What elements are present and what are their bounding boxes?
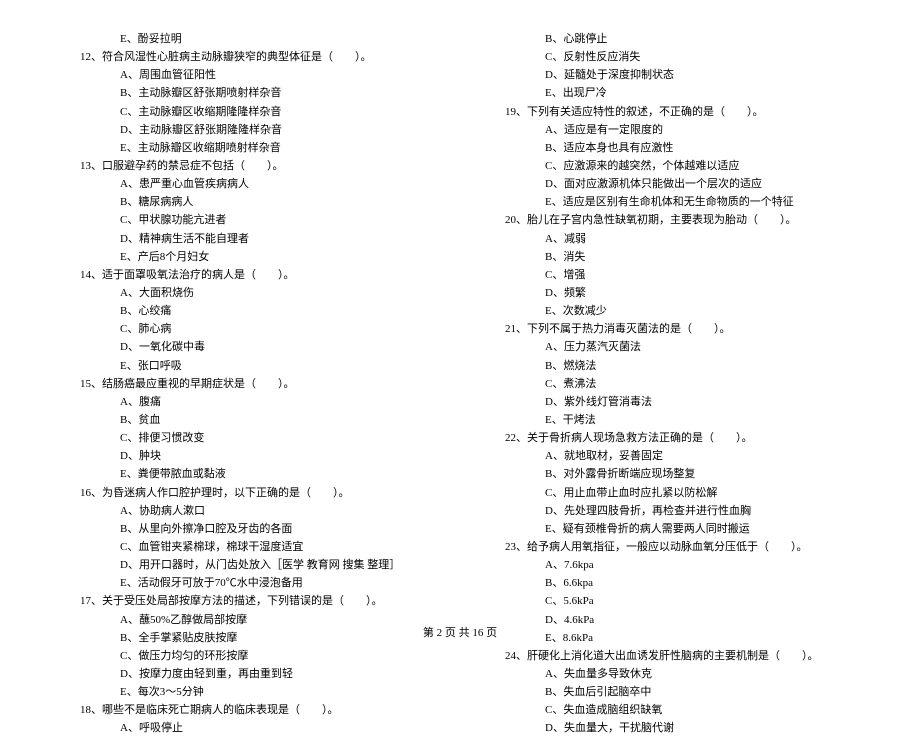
left-column: E、酚妥拉明 12、符合风湿性心脏病主动脉瓣狭窄的典型体征是（ ）。 A、周围血… (80, 30, 445, 610)
option-text: E、出现尸冷 (505, 84, 870, 102)
option-text: A、压力蒸汽灭菌法 (505, 338, 870, 356)
option-text: C、主动脉瓣区收缩期隆隆样杂音 (80, 103, 445, 121)
option-text: D、一氧化碳中毒 (80, 338, 445, 356)
option-text: C、增强 (505, 266, 870, 284)
option-text: C、排便习惯改变 (80, 429, 445, 447)
option-text: D、频繁 (505, 284, 870, 302)
option-text: D、失血量大，干扰脑代谢 (505, 719, 870, 737)
option-text: E、主动脉瓣区收缩期喷射样杂音 (80, 139, 445, 157)
option-text: C、失血造成脑组织缺氧 (505, 701, 870, 719)
option-text: E、每次3～5分钟 (80, 683, 445, 701)
option-text: D、紫外线灯管消毒法 (505, 393, 870, 411)
option-text: C、5.6kPa (505, 592, 870, 610)
option-text: E、疑有颈椎骨折的病人需要两人同时搬运 (505, 520, 870, 538)
option-text: B、6.6kpa (505, 574, 870, 592)
option-text: A、适应是有一定限度的 (505, 121, 870, 139)
question-text: 15、结肠癌最应重视的早期症状是（ ）。 (80, 375, 445, 393)
option-text: A、减弱 (505, 230, 870, 248)
option-text: B、适应本身也具有应激性 (505, 139, 870, 157)
option-text: B、失血后引起脑卒中 (505, 683, 870, 701)
option-text: E、产后8个月妇女 (80, 248, 445, 266)
option-text: C、甲状腺功能亢进者 (80, 211, 445, 229)
option-text: E、粪便带脓血或黏液 (80, 465, 445, 483)
question-text: 23、给予病人用氧指征，一般应以动脉血氧分压低于（ ）。 (505, 538, 870, 556)
option-text: D、肿块 (80, 447, 445, 465)
option-text: A、7.6kpa (505, 556, 870, 574)
option-text: C、血管钳夹紧棉球，棉球干湿度适宜 (80, 538, 445, 556)
option-text: C、用止血带止血时应扎紧以防松解 (505, 484, 870, 502)
option-text: D、主动脉瓣区舒张期隆隆样杂音 (80, 121, 445, 139)
question-text: 19、下列有关适应特性的叙述，不正确的是（ ）。 (505, 103, 870, 121)
option-text: D、先处理四肢骨折，再检查并进行性血胸 (505, 502, 870, 520)
question-text: 21、下列不属于热力消毒灭菌法的是（ ）。 (505, 320, 870, 338)
option-text: E、次数减少 (505, 302, 870, 320)
right-column: B、心跳停止 C、反射性反应消失 D、延髓处于深度抑制状态 E、出现尸冷 19、… (505, 30, 870, 610)
question-text: 17、关于受压处局部按摩方法的描述，下列错误的是（ ）。 (80, 592, 445, 610)
option-text: E、活动假牙可放于70℃水中浸泡备用 (80, 574, 445, 592)
option-text: B、对外露骨折断端应现场整复 (505, 465, 870, 483)
option-text: D、精神病生活不能自理者 (80, 230, 445, 248)
option-text: E、干烤法 (505, 411, 870, 429)
option-text: A、失血量多导致休克 (505, 665, 870, 683)
question-text: 22、关于骨折病人现场急救方法正确的是（ ）。 (505, 429, 870, 447)
option-text: D、按摩力度由轻到重，再由重到轻 (80, 665, 445, 683)
option-text: A、大面积烧伤 (80, 284, 445, 302)
option-text: B、从里向外擦净口腔及牙齿的各面 (80, 520, 445, 538)
option-text: A、就地取材，妥善固定 (505, 447, 870, 465)
option-text: D、面对应激源机体只能做出一个层次的适应 (505, 175, 870, 193)
option-text: D、延髓处于深度抑制状态 (505, 66, 870, 84)
option-text: B、贫血 (80, 411, 445, 429)
option-text: B、心绞痛 (80, 302, 445, 320)
option-text: E、酚妥拉明 (80, 30, 445, 48)
question-text: 13、口服避孕药的禁忌症不包括（ ）。 (80, 157, 445, 175)
option-text: C、肺心病 (80, 320, 445, 338)
option-text: B、燃烧法 (505, 357, 870, 375)
option-text: B、糖尿病病人 (80, 193, 445, 211)
question-text: 20、胎儿在子宫内急性缺氧初期，主要表现为胎动（ ）。 (505, 211, 870, 229)
question-text: 16、为昏迷病人作口腔护理时，以下正确的是（ ）。 (80, 484, 445, 502)
option-text: B、主动脉瓣区舒张期喷射样杂音 (80, 84, 445, 102)
option-text: C、应激源来的越突然，个体越难以适应 (505, 157, 870, 175)
question-text: 18、哪些不是临床死亡期病人的临床表现是（ ）。 (80, 701, 445, 719)
option-text: C、反射性反应消失 (505, 48, 870, 66)
option-text: D、用开口器时，从门齿处放入［医学 教育网 搜集 整理］ (80, 556, 445, 574)
option-text: B、心跳停止 (505, 30, 870, 48)
option-text: C、煮沸法 (505, 375, 870, 393)
option-text: B、消失 (505, 248, 870, 266)
option-text: A、协助病人漱口 (80, 502, 445, 520)
question-text: 14、适于面罩吸氧法治疗的病人是（ ）。 (80, 266, 445, 284)
option-text: A、腹痛 (80, 393, 445, 411)
option-text: A、患严重心血管疾病病人 (80, 175, 445, 193)
option-text: A、周围血管征阳性 (80, 66, 445, 84)
option-text: E、张口呼吸 (80, 357, 445, 375)
option-text: A、呼吸停止 (80, 719, 445, 737)
question-text: 12、符合风湿性心脏病主动脉瓣狭窄的典型体征是（ ）。 (80, 48, 445, 66)
page-footer: 第 2 页 共 16 页 (0, 624, 920, 640)
option-text: E、适应是区别有生命机体和无生命物质的一个特征 (505, 193, 870, 211)
